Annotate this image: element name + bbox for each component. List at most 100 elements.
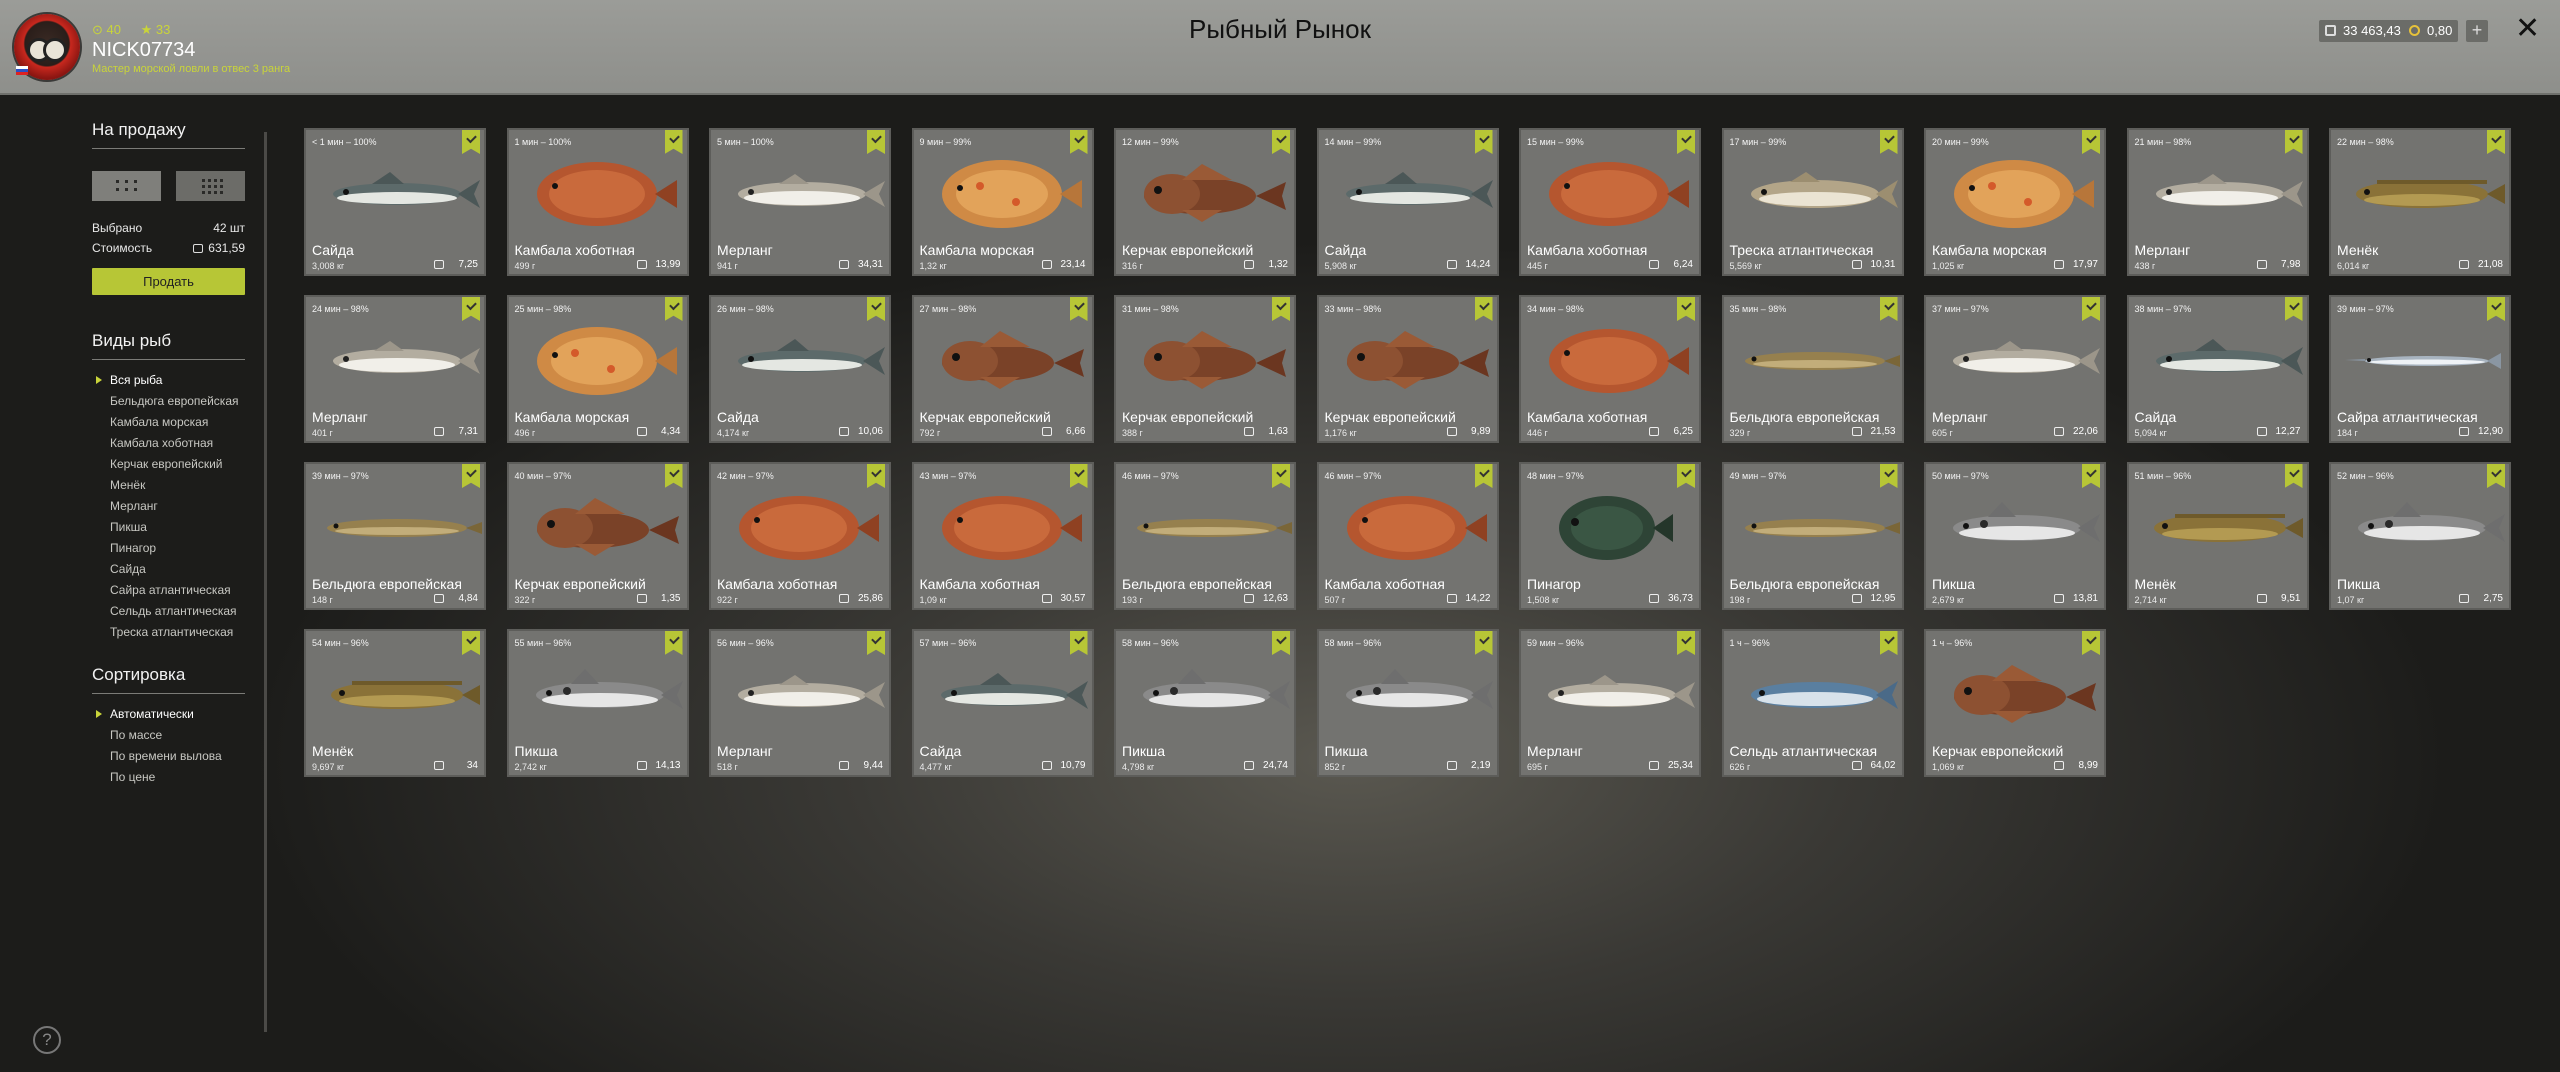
silver-coin-icon <box>434 761 444 770</box>
species-filter-item[interactable]: Бельдюга европейская <box>92 391 245 412</box>
fish-card[interactable]: 25 мин – 98% Камбала морская 496 г 4,34 <box>506 295 689 443</box>
fish-card[interactable]: 24 мин – 98% Мерланг 401 г 7,31 <box>304 295 486 443</box>
sort-option[interactable]: По времени вылова <box>92 746 245 767</box>
fish-price: 21,08 <box>2477 259 2503 270</box>
fish-weight: 388 г <box>1122 428 1143 438</box>
fish-card[interactable]: 38 мин – 97% Сайда 5,094 кг 12,27 <box>2126 295 2309 443</box>
species-filter-item[interactable]: Сельдь атлантическая <box>92 601 245 622</box>
catch-time: 33 мин – 98% <box>1324 304 1382 314</box>
silver-coin-icon <box>1244 427 1254 436</box>
fish-weight: 316 г <box>1122 261 1143 271</box>
fish-card[interactable]: 49 мин – 97% Бельдюга европейская 198 г 12,… <box>1721 462 1904 610</box>
silver-amount: 33 463,43 <box>2343 23 2401 38</box>
grid-view-small-button[interactable] <box>176 171 245 201</box>
fish-card[interactable]: 58 мин – 96% Пикша 852 г 2,19 <box>1316 629 1499 777</box>
fish-card[interactable]: 35 мин – 98% Бельдюга европейская 329 г 21,… <box>1721 295 1904 443</box>
catch-time: 9 мин – 99% <box>919 137 972 147</box>
fish-image <box>1744 352 1900 370</box>
fish-card[interactable]: 58 мин – 96% Пикша 4,798 кг 24,74 <box>1114 629 1296 777</box>
fish-card[interactable]: 1 ч – 96% Сельдь атлантическая 626 г 64,02 <box>1721 629 1904 777</box>
fish-card[interactable]: 39 мин – 97% Бельдюга европейская 148 г 4,8… <box>304 462 486 610</box>
sort-option[interactable]: По массе <box>92 725 245 746</box>
fish-card[interactable]: 50 мин – 97% Пикша 2,679 кг 13,81 <box>1924 462 2106 610</box>
species-filter-item[interactable]: Пикша <box>92 517 245 538</box>
fish-name: Мерланг <box>312 409 368 425</box>
fish-card[interactable]: 52 мин – 96% Пикша 1,07 кг 2,75 <box>2329 462 2511 610</box>
silver-coin-icon <box>1446 761 1457 770</box>
fish-card[interactable]: 1 ч – 96% Керчак европейский 1,069 кг 8,99 <box>1924 629 2106 777</box>
fish-name: Камбала морская <box>919 242 1035 258</box>
fish-card[interactable]: 1 мин – 100% Камбала хоботная 499 г 13,99 <box>506 128 689 276</box>
sell-button[interactable]: Продать <box>92 268 245 295</box>
fish-card[interactable]: 17 мин – 99% Треска атлантическая 5,569 кг… <box>1721 128 1904 276</box>
species-filter-item[interactable]: Треска атлантическая <box>92 622 245 643</box>
fish-card[interactable]: 15 мин – 99% Камбала хоботная 445 г 6,24 <box>1519 128 1701 276</box>
sort-option[interactable]: По цене <box>92 767 245 788</box>
fish-image <box>1144 331 1286 389</box>
species-filter-item[interactable]: Камбала морская <box>92 412 245 433</box>
fish-card[interactable]: 21 мин – 98% Мерланг 438 г 7,98 <box>2126 128 2309 276</box>
fish-image <box>1345 172 1493 208</box>
fish-card[interactable]: < 1 мин – 100% Сайда 3,008 кг 7,25 <box>304 128 486 276</box>
fish-card[interactable]: 56 мин – 96% Мерланг 518 г 9,44 <box>709 629 891 777</box>
silver-coin-icon <box>1244 594 1254 603</box>
fish-card[interactable]: 43 мин – 97% Камбала хоботная 1,09 кг 30,57 <box>911 462 1094 610</box>
fish-name: Сельдь атлантическая <box>1729 743 1878 759</box>
fish-card[interactable]: 59 мин – 96% Мерланг 695 г 25,34 <box>1519 629 1701 777</box>
fish-card[interactable]: 46 мин – 97% Бельдюга европейская 193 г 12,… <box>1114 462 1296 610</box>
fish-card[interactable]: 14 мин – 99% Сайда 5,908 кг 14,24 <box>1316 128 1499 276</box>
fish-card[interactable]: 39 мин – 97% Сайра атлантическая 184 г 12,9… <box>2329 295 2511 443</box>
fish-image <box>331 681 480 709</box>
help-button[interactable]: ? <box>33 1026 61 1054</box>
fish-card[interactable]: 33 мин – 98% Керчак европейский 1,176 кг 9,… <box>1316 295 1499 443</box>
fish-card[interactable]: 51 мин – 96% Менёк 2,714 кг 9,51 <box>2126 462 2309 610</box>
silver-coin-icon <box>1649 260 1659 269</box>
fish-card[interactable]: 42 мин – 97% Камбала хоботная 922 г 25,86 <box>709 462 891 610</box>
fish-card[interactable]: 46 мин – 97% Камбала хоботная 507 г 14,22 <box>1316 462 1499 610</box>
fish-price: 4,84 <box>458 593 478 604</box>
fish-card[interactable]: 54 мин – 96% Менёк 9,697 кг 34 <box>304 629 486 777</box>
fish-image <box>333 341 480 374</box>
fish-image <box>2345 353 2501 369</box>
fish-image <box>941 331 1084 389</box>
fish-image <box>327 519 482 537</box>
species-filter-item[interactable]: Керчак европейский <box>92 454 245 475</box>
fish-card[interactable]: 26 мин – 98% Сайда 4,174 кг 10,06 <box>709 295 891 443</box>
fish-image <box>2356 180 2505 208</box>
fish-price: 6,25 <box>1673 426 1693 437</box>
species-filter-item[interactable]: Камбала хоботная <box>92 433 245 454</box>
fish-name: Камбала морская <box>1932 242 2047 258</box>
close-button[interactable]: ✕ <box>2515 14 2540 44</box>
fish-card[interactable]: 27 мин – 98% Керчак европейский 792 г 6,66 <box>911 295 1094 443</box>
fish-card[interactable]: 12 мин – 99% Керчак европейский 316 г 1,32 <box>1114 128 1296 276</box>
sort-option[interactable]: Автоматически <box>92 704 245 725</box>
species-filter-item[interactable]: Сайра атлантическая <box>92 580 245 601</box>
species-filter-item[interactable]: Мерланг <box>92 496 245 517</box>
species-filter-item[interactable]: Пинагор <box>92 538 245 559</box>
grid-view-large-button[interactable] <box>92 171 161 201</box>
fish-card[interactable]: 57 мин – 96% Сайда 4,477 кг 10,79 <box>911 629 1094 777</box>
fish-card[interactable]: 55 мин – 96% Пикша 2,742 кг 14,13 <box>506 629 689 777</box>
player-rank: Мастер морской ловли в отвес 3 ранга <box>92 63 291 75</box>
buy-currency-button[interactable]: + <box>2466 20 2488 42</box>
fish-card[interactable]: 31 мин – 98% Керчак европейский 388 г 1,63 <box>1114 295 1296 443</box>
fish-card[interactable]: 20 мин – 99% Камбала морская 1,025 кг 17,97 <box>1924 128 2106 276</box>
species-filter-item[interactable]: Менёк <box>92 475 245 496</box>
fish-card[interactable]: 22 мин – 98% Менёк 6,014 кг 21,08 <box>2329 128 2511 276</box>
catch-time: 1 ч – 96% <box>1932 638 1973 648</box>
species-filter-item[interactable]: Вся рыба <box>92 370 245 391</box>
fish-image <box>2153 514 2303 542</box>
fish-card[interactable]: 48 мин – 97% Пинагор 1,508 кг 36,73 <box>1519 462 1701 610</box>
fish-card[interactable]: 9 мин – 99% Камбала морская 1,32 кг 23,14 <box>911 128 1094 276</box>
fish-card[interactable]: 5 мин – 100% Мерланг 941 г 34,31 <box>709 128 891 276</box>
catch-time: 40 мин – 97% <box>514 471 572 481</box>
fish-card[interactable]: 37 мин – 97% Мерланг 605 г 22,06 <box>1924 295 2106 443</box>
fish-name: Менёк <box>2134 576 2176 592</box>
fish-image <box>739 496 879 560</box>
fish-price: 12,95 <box>1870 593 1896 604</box>
species-filter-item[interactable]: Сайда <box>92 559 245 580</box>
fish-card[interactable]: 40 мин – 97% Керчак европейский 322 г 1,35 <box>506 462 689 610</box>
fish-card[interactable]: 34 мин – 98% Камбала хоботная 446 г 6,25 <box>1519 295 1701 443</box>
fish-name: Мерланг <box>717 242 773 258</box>
silver-coin-icon <box>1041 427 1052 436</box>
